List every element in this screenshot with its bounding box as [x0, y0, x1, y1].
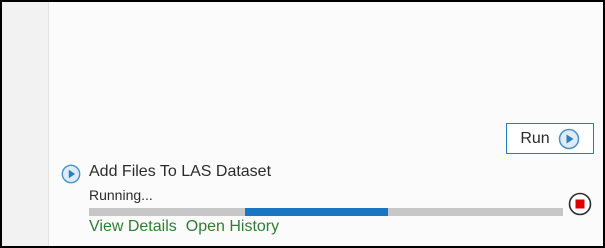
- play-circle-icon: [558, 128, 580, 150]
- play-circle-icon: [61, 164, 81, 184]
- task-status: Running...: [89, 187, 153, 203]
- progress-bar: [89, 208, 563, 216]
- run-button-label: Run: [520, 129, 550, 147]
- geoprocessing-pane: Run Add Files To LAS Dataset Running... …: [0, 0, 605, 248]
- task-title: Add Files To LAS Dataset: [89, 163, 272, 180]
- left-gutter: [2, 2, 49, 246]
- stop-icon: [568, 192, 592, 216]
- view-details-link[interactable]: View Details: [89, 218, 177, 236]
- open-history-link[interactable]: Open History: [186, 218, 279, 236]
- stop-button[interactable]: [568, 192, 592, 216]
- task-links: View Details Open History: [89, 218, 279, 236]
- run-button[interactable]: Run: [506, 123, 594, 154]
- progress-fill: [245, 208, 388, 216]
